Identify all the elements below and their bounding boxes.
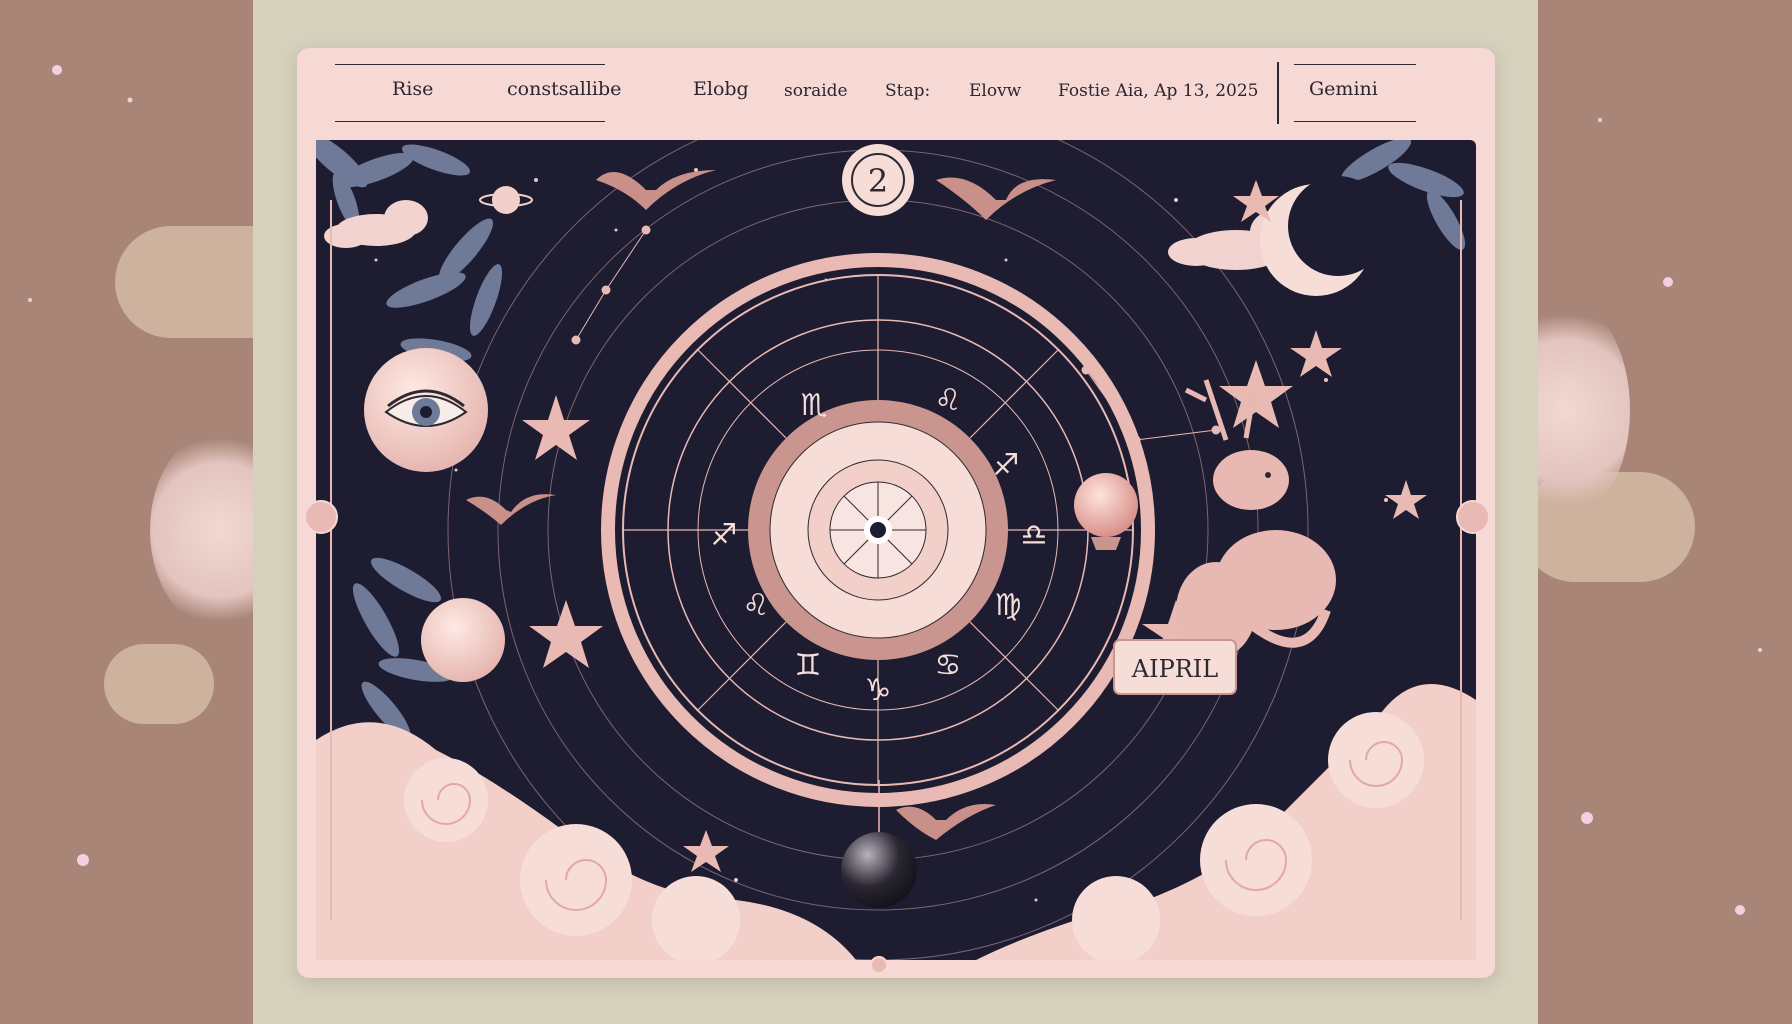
nav-link-soraide[interactable]: soraide [784, 81, 848, 101]
nav-link-elovw[interactable]: Elovw [969, 81, 1021, 101]
bottom-handle[interactable] [870, 956, 888, 974]
svg-text:♌: ♌ [743, 588, 770, 623]
month-label: AIPRIL [1131, 655, 1219, 683]
nav-link-rise[interactable]: Rise [392, 78, 433, 100]
date-label: Fostie Aia, Ap 13, 2025 [1058, 81, 1259, 101]
svg-text:♎: ♎ [1021, 518, 1048, 553]
astrology-illustration: ♏ ♌ ♐ ♐ ♎ ♌ ♍ ♊ ♋ ♑ 2 AIPRIL [316, 140, 1476, 960]
nav-link-blog[interactable]: Elobg [693, 78, 749, 100]
dark-orb [841, 832, 917, 908]
sign-label[interactable]: Gemini [1309, 78, 1378, 100]
left-side-handle[interactable] [304, 500, 338, 534]
svg-text:♋: ♋ [935, 648, 962, 683]
nav-divider [1277, 62, 1279, 124]
svg-text:♌: ♌ [935, 383, 962, 418]
nav-link-step[interactable]: Stap: [885, 81, 930, 101]
svg-text:♏: ♏ [801, 388, 828, 423]
eye-moon [364, 348, 488, 472]
right-side-handle[interactable] [1456, 500, 1490, 534]
top-navigation: Rise constsallibe Elobg soraide Stap: El… [297, 60, 1495, 128]
svg-text:♐: ♐ [993, 448, 1020, 483]
small-moon [421, 598, 505, 682]
svg-text:♊: ♊ [795, 648, 822, 683]
svg-text:♑: ♑ [865, 673, 892, 708]
house-number: 2 [868, 162, 888, 200]
svg-text:♐: ♐ [711, 518, 738, 553]
svg-text:♍: ♍ [995, 588, 1022, 623]
nav-link-constellation[interactable]: constsallibe [507, 78, 621, 100]
zodiac-wheel [601, 253, 1155, 807]
